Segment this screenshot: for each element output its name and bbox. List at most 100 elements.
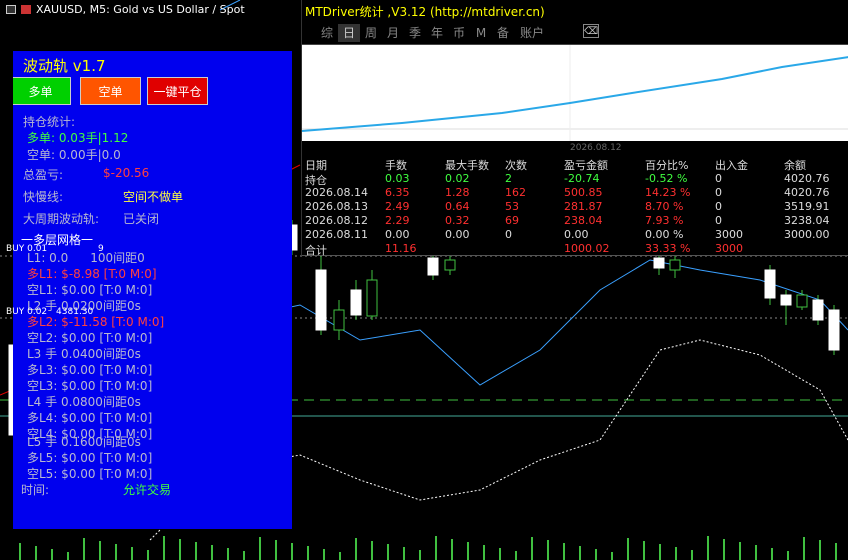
stats-tabs: 综日周月季年币 M 备账户 bbox=[316, 24, 550, 42]
stats-cell-pnl: 238.04 bbox=[564, 214, 603, 227]
short-position-line: 空单: 0.00手|0.0 bbox=[27, 148, 121, 162]
buy-order-2-text: BUY 0.02 bbox=[6, 307, 48, 317]
buy-order-2-price: 4381.30 bbox=[56, 307, 94, 317]
candle-body bbox=[315, 269, 327, 331]
stats-cell-pct: -0.52 % bbox=[645, 172, 688, 185]
equity-curve bbox=[301, 45, 848, 141]
stats-tab[interactable]: 备 bbox=[492, 24, 514, 42]
stats-cell-count: 0 bbox=[505, 228, 512, 241]
stats-cell-pct: 8.70 % bbox=[645, 200, 684, 213]
stats-cell-bal: 3000.00 bbox=[784, 228, 830, 241]
stats-cell-bal: 3519.91 bbox=[784, 200, 830, 213]
table-icon[interactable] bbox=[6, 5, 16, 14]
stats-cell-max: 0.64 bbox=[445, 200, 470, 213]
stats-cell-lots: 0.03 bbox=[385, 172, 410, 185]
stats-tab[interactable]: 日 bbox=[338, 24, 360, 42]
l2-short: 空L2: $0.00 [T:0 M:0] bbox=[27, 331, 153, 345]
l5-short: 空L5: $0.00 [T:0 M:0] bbox=[27, 467, 153, 481]
sell-button[interactable]: 空单 bbox=[80, 77, 141, 105]
long-position-line: 多单: 0.03手|1.12 bbox=[27, 131, 129, 145]
candle-body bbox=[812, 299, 824, 321]
column-header: 日期 bbox=[305, 159, 327, 172]
stats-cell-io: 3000 bbox=[715, 228, 743, 241]
l3-long: 多L3: $0.00 [T:0 M:0] bbox=[27, 363, 153, 377]
stats-cell-pnl: 281.87 bbox=[564, 200, 603, 213]
candle-body bbox=[350, 289, 362, 316]
l4-line: L4 手 0.0800间距0s bbox=[27, 395, 141, 409]
stats-tab[interactable]: M bbox=[470, 24, 492, 42]
stats-cell-lots: 2.29 bbox=[385, 214, 410, 227]
stats-title: MTDriver统计 ,V3.12 (http://mtdriver.cn) bbox=[305, 5, 545, 19]
stats-cell-count: 162 bbox=[505, 186, 526, 199]
stats-cell-max: 0.00 bbox=[445, 228, 470, 241]
settings-icon[interactable]: ⌫ bbox=[583, 24, 599, 38]
column-header: 余额 bbox=[784, 159, 806, 172]
stats-cell-date: 2026.08.12 bbox=[305, 214, 368, 227]
stats-cell-pnl: -20.74 bbox=[564, 172, 600, 185]
stats-cell-lots: 2.49 bbox=[385, 200, 410, 213]
stats-tab[interactable]: 月 bbox=[382, 24, 404, 42]
candle-body bbox=[796, 294, 808, 308]
buy-button[interactable]: 多单 bbox=[13, 77, 71, 105]
stats-tab[interactable]: 综 bbox=[316, 24, 338, 42]
stats-window: MTDriver统计 ,V3.12 (http://mtdriver.cn) ⌫… bbox=[301, 0, 848, 257]
candle-body bbox=[444, 259, 456, 271]
time-label: 时间: bbox=[21, 483, 50, 497]
candle-body bbox=[333, 309, 345, 331]
stats-cell-pnl: 500.85 bbox=[564, 186, 603, 199]
buy-order-label-1[interactable]: BUY 0.01 9 bbox=[6, 244, 104, 254]
stats-cell-date: 2026.08.13 bbox=[305, 200, 368, 213]
column-header: 出入金 bbox=[715, 159, 748, 172]
equity-graph bbox=[301, 45, 848, 141]
stats-tab[interactable]: 周 bbox=[360, 24, 382, 42]
stats-cell-count: 53 bbox=[505, 200, 519, 213]
stats-cell-bal: 3238.04 bbox=[784, 214, 830, 227]
buy-order-1-suffix: 9 bbox=[98, 244, 104, 254]
l1-short: 空L1: $0.00 [T:0 M:0] bbox=[27, 283, 153, 297]
stats-tab[interactable]: 币 bbox=[448, 24, 470, 42]
candle-body bbox=[780, 294, 792, 306]
stats-cell-pct: 14.23 % bbox=[645, 186, 691, 199]
l5-line: L5 手 0.1600间距0s bbox=[27, 435, 141, 449]
column-header: 手数 bbox=[385, 159, 407, 172]
stats-total-label: 合计 bbox=[305, 244, 327, 257]
total-profit-label: 总盈亏: bbox=[23, 168, 64, 182]
chart-symbol: XAUUSD, M5: Gold vs US Dollar / Spot bbox=[36, 3, 245, 16]
l4-long: 多L4: $0.00 [T:0 M:0] bbox=[27, 411, 153, 425]
fast-slow-label: 快慢线: bbox=[23, 190, 64, 204]
buy-order-label-2[interactable]: BUY 0.02 4381.30 bbox=[6, 307, 93, 317]
chart-icon[interactable] bbox=[21, 5, 31, 14]
stats-cell-pnl: 0.00 bbox=[564, 228, 589, 241]
candle-body bbox=[366, 279, 378, 317]
stats-tab[interactable]: 年 bbox=[426, 24, 448, 42]
stats-total-pnl: 1000.02 bbox=[564, 242, 610, 255]
stats-cell-max: 0.32 bbox=[445, 214, 470, 227]
graph-date: 2026.08.12 bbox=[570, 143, 622, 153]
stats-tab[interactable]: 季 bbox=[404, 24, 426, 42]
stats-tab[interactable]: 账户 bbox=[514, 24, 550, 42]
total-profit-value: $-20.56 bbox=[103, 166, 150, 180]
candle-body bbox=[764, 269, 776, 299]
stats-cell-io: 0 bbox=[715, 186, 722, 199]
stats-cell-lots: 0.00 bbox=[385, 228, 410, 241]
chart-title: XAUUSD, M5: Gold vs US Dollar / Spot bbox=[6, 3, 245, 16]
big-cycle-value: 已关闭 bbox=[123, 212, 160, 226]
l1-long: 多L1: $-8.98 [T:0 M:0] bbox=[27, 267, 157, 281]
l3-line: L3 手 0.0400间距0s bbox=[27, 347, 141, 361]
stats-cell-lots: 6.35 bbox=[385, 186, 410, 199]
stats-cell-count: 69 bbox=[505, 214, 519, 227]
stats-total-pct: 33.33 % bbox=[645, 242, 691, 255]
stats-cell-count: 2 bbox=[505, 172, 512, 185]
stats-cell-pct: 0.00 % bbox=[645, 228, 684, 241]
stats-cell-io: 0 bbox=[715, 214, 722, 227]
stats-cell-max: 1.28 bbox=[445, 186, 470, 199]
stats-total-io: 3000 bbox=[715, 242, 743, 255]
l5-long: 多L5: $0.00 [T:0 M:0] bbox=[27, 451, 153, 465]
stats-cell-io: 0 bbox=[715, 172, 722, 185]
stats-cell-date: 2026.08.14 bbox=[305, 186, 368, 199]
stats-cell-date: 2026.08.11 bbox=[305, 228, 368, 241]
close-all-button[interactable]: 一键平仓 bbox=[147, 77, 208, 105]
big-cycle-label: 大周期波动轨: bbox=[23, 212, 100, 226]
stats-cell-io: 0 bbox=[715, 200, 722, 213]
fast-slow-value: 空间不做单 bbox=[123, 190, 184, 204]
